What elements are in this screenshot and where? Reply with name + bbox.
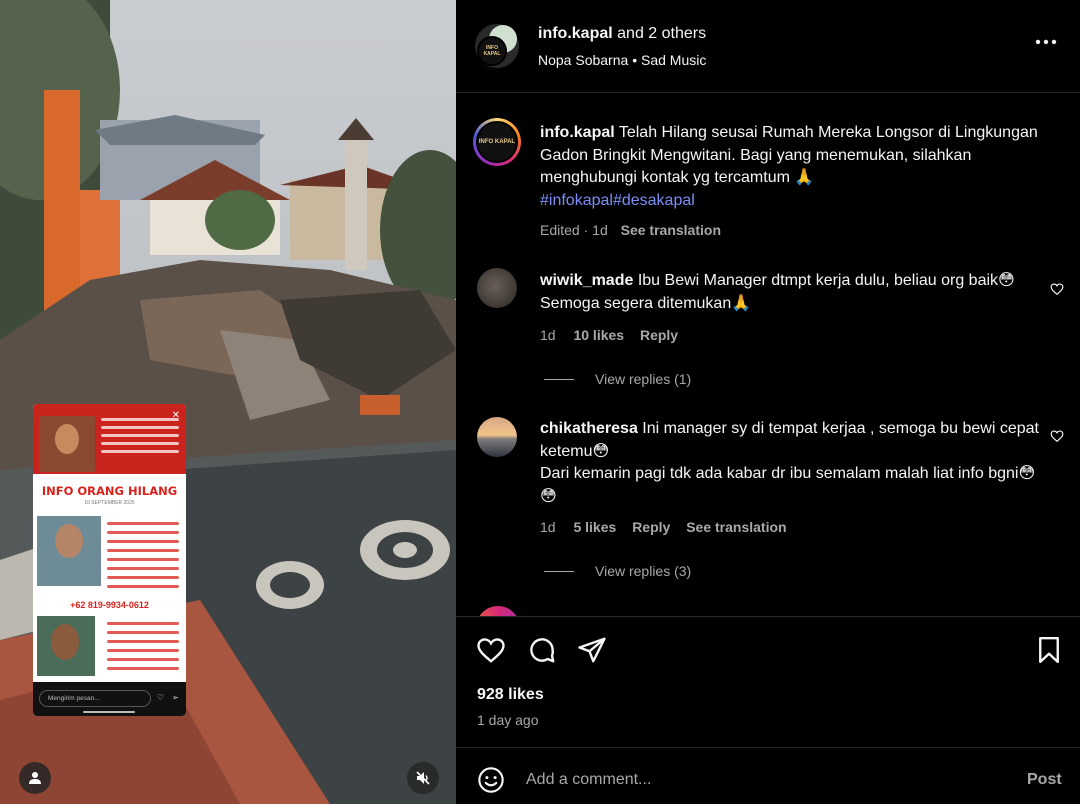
comment-body: wiwik_made Ibu Bewi Manager dtmpt kerja … bbox=[540, 270, 1040, 315]
story-info-lines bbox=[107, 522, 179, 594]
collab-author[interactable]: Nopa Sobarna bbox=[538, 52, 628, 68]
replies-line bbox=[544, 571, 574, 572]
user-icon bbox=[29, 772, 41, 784]
comment-avatar[interactable] bbox=[477, 417, 517, 457]
comment-like-icon[interactable] bbox=[1050, 282, 1064, 296]
comment-age: 1d bbox=[540, 519, 556, 535]
post-comment-button[interactable]: Post bbox=[1027, 771, 1062, 789]
story-message-input: Mengirim pesan... bbox=[39, 690, 151, 707]
collab-avatar-primary: INFO KAPAL bbox=[477, 36, 507, 66]
post-caption: info.kapal Telah Hilang seusai Rumah Mer… bbox=[540, 122, 1060, 212]
edited-label: Edited bbox=[540, 222, 580, 238]
caption-avatar-logo: INFO KAPAL bbox=[476, 121, 518, 163]
story-info-lines-2 bbox=[107, 622, 179, 676]
replies-line bbox=[544, 379, 574, 380]
next-comment-avatar-peek bbox=[476, 606, 520, 616]
story-message-bar: Mengirim pesan... ♡ ➢ bbox=[33, 682, 186, 716]
audio-link[interactable]: Sad Music bbox=[641, 52, 706, 68]
caption-age: 1d bbox=[592, 222, 608, 238]
author-username[interactable]: info.kapal bbox=[538, 25, 613, 42]
comment-username[interactable]: wiwik_made bbox=[540, 272, 633, 289]
post-details-panel: INFO KAPAL info.kapal and 2 others Nopa … bbox=[456, 0, 1080, 804]
collab-others[interactable]: and 2 others bbox=[617, 25, 706, 42]
comment-avatar[interactable] bbox=[477, 268, 517, 308]
caption-meta: Edited · 1d See translation bbox=[540, 222, 721, 238]
see-translation-button[interactable]: See translation bbox=[621, 222, 721, 238]
story-heart-icon: ♡ bbox=[157, 693, 165, 702]
see-translation-button[interactable]: See translation bbox=[686, 519, 786, 535]
comment-meta: 1d 10 likes Reply bbox=[540, 327, 678, 343]
mute-icon bbox=[416, 771, 430, 785]
comment-body: chikatheresa Ini manager sy di tempat ke… bbox=[540, 418, 1040, 508]
story-screenshot: ✕ INFO ORANG HILANG 10 SEPTEMBER 2025 +6… bbox=[33, 404, 186, 716]
caption-hashtags[interactable]: #infokapal#desakapal bbox=[540, 192, 695, 209]
mute-button[interactable] bbox=[407, 762, 439, 794]
story-date: 10 SEPTEMBER 2025 bbox=[84, 500, 135, 506]
comment-icon[interactable] bbox=[527, 635, 557, 665]
post-subline: Nopa Sobarna • Sad Music bbox=[538, 52, 706, 68]
reply-button[interactable]: Reply bbox=[632, 519, 670, 535]
story-text-lines bbox=[101, 418, 179, 468]
comment-likes[interactable]: 10 likes bbox=[573, 327, 624, 343]
post-actions: 928 likes 1 day ago Post bbox=[456, 616, 1080, 804]
person-photo-2 bbox=[37, 516, 101, 586]
comment-like-icon[interactable] bbox=[1050, 429, 1064, 443]
reply-button[interactable]: Reply bbox=[640, 327, 678, 343]
view-replies-button[interactable]: View replies (3) bbox=[595, 563, 691, 579]
story-close-icon: ✕ bbox=[171, 410, 180, 421]
tagged-users-button[interactable] bbox=[19, 762, 51, 794]
person-photo-3 bbox=[37, 616, 95, 676]
emoji-icon[interactable] bbox=[477, 766, 505, 794]
caption-avatar[interactable]: INFO KAPAL bbox=[473, 118, 521, 166]
view-replies-button[interactable]: View replies (1) bbox=[595, 371, 691, 387]
caption-username[interactable]: info.kapal bbox=[540, 124, 615, 141]
collab-avatar-stack[interactable]: INFO KAPAL bbox=[475, 24, 519, 68]
bookmark-icon[interactable] bbox=[1034, 635, 1064, 665]
caption-text: Telah Hilang seusai Rumah Mereka Longsor… bbox=[540, 124, 1038, 186]
comment-text-line-2: Dari kemarin pagi tdk ada kabar dr ibu s… bbox=[540, 465, 1036, 505]
comment-meta: 1d 5 likes Reply See translation bbox=[540, 519, 787, 535]
comment-age: 1d bbox=[540, 327, 556, 343]
more-options-icon[interactable] bbox=[1034, 38, 1058, 46]
comment-username[interactable]: chikatheresa bbox=[540, 420, 638, 437]
post-time: 1 day ago bbox=[477, 712, 539, 728]
comment-likes[interactable]: 5 likes bbox=[573, 519, 616, 535]
person-photo-1 bbox=[39, 416, 95, 472]
add-comment-row: Post bbox=[456, 747, 1080, 804]
separator-dot: • bbox=[632, 52, 638, 68]
post-author-line: info.kapal and 2 others bbox=[538, 25, 706, 43]
header-divider bbox=[456, 92, 1080, 93]
story-send-icon: ➢ bbox=[172, 693, 179, 702]
add-comment-input[interactable] bbox=[526, 766, 1006, 794]
meta-dot: · bbox=[583, 222, 589, 238]
home-indicator bbox=[83, 711, 135, 713]
post-media[interactable]: ✕ INFO ORANG HILANG 10 SEPTEMBER 2025 +6… bbox=[0, 0, 456, 804]
heart-icon[interactable] bbox=[476, 635, 506, 665]
story-phone: +62 819-9934-0612 bbox=[70, 600, 149, 610]
share-icon[interactable] bbox=[577, 635, 607, 665]
likes-count[interactable]: 928 likes bbox=[477, 686, 544, 704]
story-headline: INFO ORANG HILANG bbox=[41, 484, 178, 498]
